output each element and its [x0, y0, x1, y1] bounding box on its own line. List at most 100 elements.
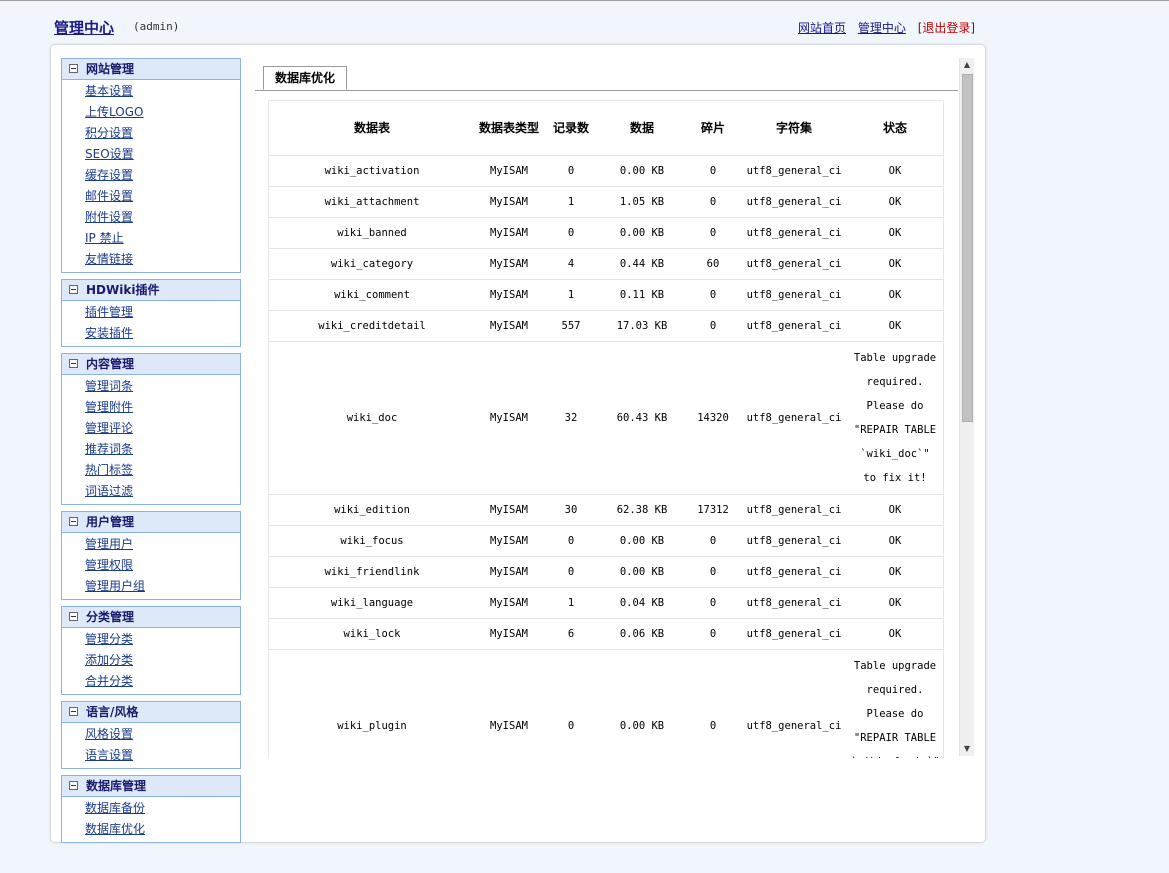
sidebar-item[interactable]: IP 禁止: [85, 228, 240, 249]
sidebar-item[interactable]: 积分设置: [85, 123, 240, 144]
sidebar-item[interactable]: 管理附件: [85, 397, 240, 418]
table-cell: utf8_general_ci: [741, 341, 847, 495]
sidebar-item[interactable]: 数据库优化: [85, 819, 240, 840]
table-cell: 0: [685, 310, 741, 342]
table-row: wiki_attachment MyISAM 1 1.05 KB 0 utf8_gener…: [269, 186, 943, 218]
sidebar-item[interactable]: 安装插件: [85, 323, 240, 344]
sidebar-item[interactable]: 管理评论: [85, 418, 240, 439]
table-cell: 0: [543, 556, 599, 588]
sidebar-item[interactable]: 合并分类: [85, 671, 240, 692]
collapse-minus-icon[interactable]: [69, 64, 78, 73]
table-cell: utf8_general_ci: [741, 649, 847, 758]
column-header: 状态: [847, 101, 943, 156]
table-cell: 0.00 KB: [599, 155, 685, 187]
sidebar-item[interactable]: 上传LOGO: [85, 102, 240, 123]
collapse-minus-icon[interactable]: [69, 781, 78, 790]
sidebar-group: 语言/风格风格设置 语言设置: [61, 701, 241, 769]
table-cell: MyISAM: [475, 279, 543, 311]
content-area: 数据库优化 数据表 数据表类型 记录数 数据 碎片 字符集 状态 wiki_activati…: [255, 58, 973, 758]
table-cell: 0: [685, 186, 741, 218]
sidebar-item[interactable]: 管理分类: [85, 629, 240, 650]
table-cell: Table upgrade required. Please do "REPAI…: [847, 649, 943, 758]
table-cell: utf8_general_ci: [741, 186, 847, 218]
table-cell: 0: [685, 155, 741, 187]
table-cell: wiki_language: [269, 587, 475, 619]
scroll-down-arrow-icon[interactable]: ▼: [960, 742, 974, 756]
tab-bar: 数据库优化: [255, 66, 958, 91]
logout-link[interactable]: 退出登录: [922, 21, 970, 35]
collapse-minus-icon[interactable]: [69, 359, 78, 368]
collapse-minus-icon[interactable]: [69, 285, 78, 294]
table-row: wiki_doc MyISAM 32 60.43 KB 14320 utf8_genera…: [269, 341, 943, 495]
table-cell: MyISAM: [475, 248, 543, 280]
table-cell: wiki_category: [269, 248, 475, 280]
site-home-link[interactable]: 网站首页: [798, 21, 846, 35]
sidebar-item[interactable]: 语言设置: [85, 745, 240, 766]
collapse-minus-icon[interactable]: [69, 707, 78, 716]
sidebar-group-label: 数据库管理: [86, 779, 147, 793]
table-cell: utf8_general_ci: [741, 155, 847, 187]
table-cell: 0: [685, 525, 741, 557]
sidebar-item[interactable]: 词语过滤: [85, 481, 240, 502]
table-row: wiki_creditdetail MyISAM 557 17.03 KB 0 utf8_…: [269, 310, 943, 342]
sidebar-item[interactable]: 管理权限: [85, 555, 240, 576]
sidebar-item[interactable]: 附件设置: [85, 207, 240, 228]
table-cell: MyISAM: [475, 525, 543, 557]
page-title[interactable]: 管理中心: [54, 17, 114, 38]
collapse-minus-icon[interactable]: [69, 612, 78, 621]
sidebar-item[interactable]: 推荐词条: [85, 439, 240, 460]
sidebar-item[interactable]: 管理词条: [85, 376, 240, 397]
table-cell: 0.00 KB: [599, 556, 685, 588]
sidebar-group-items: 风格设置 语言设置: [62, 723, 240, 768]
tab-db-optimize[interactable]: 数据库优化: [263, 66, 348, 90]
table-cell: 30: [543, 494, 599, 526]
vertical-scrollbar[interactable]: ▲ ▼: [959, 58, 974, 756]
sidebar-item[interactable]: 友情链接: [85, 249, 240, 270]
table-cell: MyISAM: [475, 310, 543, 342]
table-row: wiki_lock MyISAM 6 0.06 KB 0 utf8_general_ci O…: [269, 618, 943, 650]
sidebar-group-title[interactable]: 网站管理: [62, 59, 240, 80]
sidebar-group-items: 数据库备份 数据库优化: [62, 797, 240, 842]
sidebar-item[interactable]: 热门标签: [85, 460, 240, 481]
scroll-up-arrow-icon[interactable]: ▲: [960, 58, 974, 72]
admin-center-link[interactable]: 管理中心: [858, 21, 906, 35]
table-cell: MyISAM: [475, 494, 543, 526]
sidebar-group-title[interactable]: 语言/风格: [62, 702, 240, 723]
table-cell: MyISAM: [475, 649, 543, 758]
sidebar-item[interactable]: 插件管理: [85, 302, 240, 323]
sidebar-item[interactable]: 风格设置: [85, 724, 240, 745]
sidebar-group-title[interactable]: 用户管理: [62, 512, 240, 533]
sidebar-group-title[interactable]: 数据库管理: [62, 776, 240, 797]
table-cell: 0.06 KB: [599, 618, 685, 650]
sidebar-item[interactable]: 添加分类: [85, 650, 240, 671]
sidebar-item[interactable]: 管理用户: [85, 534, 240, 555]
sidebar-group-title[interactable]: 分类管理: [62, 607, 240, 628]
table-cell: 0: [685, 618, 741, 650]
sidebar-item[interactable]: 管理用户组: [85, 576, 240, 597]
sidebar-item[interactable]: 邮件设置: [85, 186, 240, 207]
sidebar-item[interactable]: SEO设置: [85, 144, 240, 165]
sidebar-group-label: 语言/风格: [86, 705, 139, 719]
table-cell: OK: [847, 525, 943, 557]
sidebar-group: 内容管理 管理词条 管理附件 管理评论 推荐词条 热门标签 词语过滤: [61, 353, 241, 505]
table-cell: OK: [847, 556, 943, 588]
sidebar-group-title[interactable]: HDWiki插件: [62, 280, 240, 301]
table-cell: OK: [847, 217, 943, 249]
sidebar-item[interactable]: 数据库备份: [85, 798, 240, 819]
table-cell: utf8_general_ci: [741, 310, 847, 342]
table-row: wiki_category MyISAM 4 0.44 KB 60 utf8_genera…: [269, 248, 943, 280]
table-cell: 0: [543, 649, 599, 758]
db-table-list: 数据表 数据表类型 记录数 数据 碎片 字符集 状态 wiki_activation MyIS…: [269, 101, 943, 758]
sidebar-item[interactable]: 基本设置: [85, 81, 240, 102]
sidebar-group: 数据库管理数据库备份 数据库优化: [61, 775, 241, 843]
scrollbar-thumb[interactable]: [962, 74, 973, 422]
table-cell: 60: [685, 248, 741, 280]
top-links: 网站首页 管理中心 [退出登录]: [798, 19, 975, 36]
table-row: wiki_language MyISAM 1 0.04 KB 0 utf8_general…: [269, 587, 943, 619]
table-cell: wiki_banned: [269, 217, 475, 249]
column-header: 数据: [599, 101, 685, 156]
collapse-minus-icon[interactable]: [69, 517, 78, 526]
sidebar-group-title[interactable]: 内容管理: [62, 354, 240, 375]
sidebar-item[interactable]: 缓存设置: [85, 165, 240, 186]
table-cell: 0: [543, 525, 599, 557]
